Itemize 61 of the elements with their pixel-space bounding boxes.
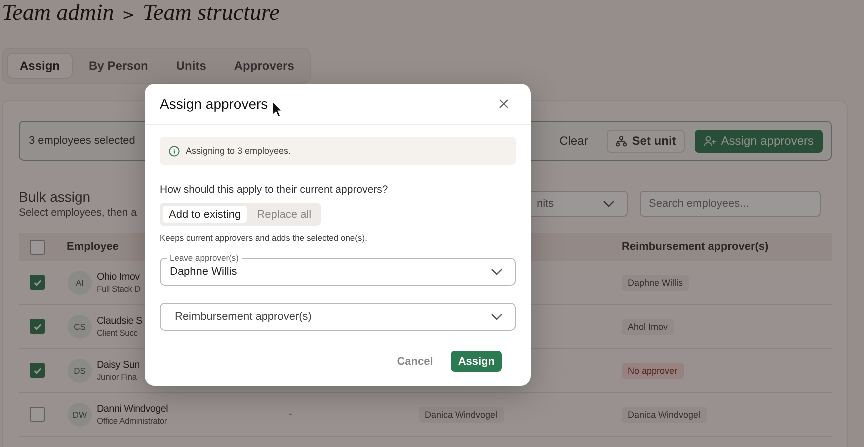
table-cell: -	[289, 409, 292, 420]
info-text: Assigning to 3 employees.	[186, 146, 292, 156]
add-person-icon	[704, 136, 716, 146]
dialog-title: Assign approvers	[160, 96, 268, 112]
employee-name: Ohio Imov	[97, 272, 140, 282]
section-subtitle: Select employees, then a	[19, 207, 137, 219]
tab[interactable]: By Person	[77, 53, 160, 79]
employee-role: Client Succ	[97, 328, 139, 338]
tab[interactable]: Assign	[7, 53, 74, 79]
select-all-checkbox[interactable]	[30, 240, 45, 254]
cursor-icon	[272, 101, 284, 118]
breadcrumb-separator: >	[122, 6, 135, 24]
avatar: CS	[68, 314, 92, 338]
check-icon	[32, 366, 42, 376]
assign-button[interactable]: Assign	[451, 351, 502, 372]
field-value: Daphne Willis	[170, 266, 238, 278]
page-title: Team structure	[142, 0, 280, 26]
set-unit-button[interactable]: Set unit	[607, 130, 686, 152]
assign-approvers-button[interactable]: Assign approvers	[695, 130, 823, 152]
employee-name: Daisy Sun	[97, 360, 140, 370]
row-checkbox[interactable]	[30, 275, 45, 290]
mode-option[interactable]: Replace all	[251, 206, 318, 223]
clear-button[interactable]: Clear	[550, 130, 598, 152]
approver-select[interactable]: Reimbursement approver(s)	[160, 303, 516, 331]
search-field[interactable]: Search employees...	[640, 191, 821, 217]
hierarchy-icon	[616, 136, 628, 146]
info-icon	[169, 146, 180, 156]
selection-count: 3 employees selected	[29, 135, 136, 147]
hint-text: Keeps current approvers and adds the selected one(s).	[160, 233, 368, 243]
section-title: Bulk assign	[19, 189, 92, 205]
column-header: Employee	[67, 241, 119, 253]
chevron-down-icon	[603, 200, 615, 208]
cancel-button[interactable]: Cancel	[391, 351, 440, 372]
check-icon	[32, 278, 42, 288]
tab[interactable]: Units	[164, 53, 218, 79]
row-checkbox[interactable]	[30, 363, 45, 378]
close-icon[interactable]	[499, 99, 509, 109]
avatar: AI	[68, 270, 92, 294]
approver-tag: Danica Windvogel	[419, 406, 504, 422]
column-header: Reimbursement approver(s)	[622, 241, 769, 253]
breadcrumb-link[interactable]: Team admin	[2, 0, 114, 26]
chevron-down-icon	[491, 268, 503, 276]
row-checkbox[interactable]	[30, 319, 45, 334]
approver-tag: Ahol Imov	[622, 318, 674, 334]
approver-tag: Danica Windvogel	[622, 406, 707, 422]
row-checkbox[interactable]	[30, 407, 45, 422]
avatar: DS	[68, 358, 92, 382]
employee-name: Danni Windvogel	[97, 404, 168, 414]
employee-role: Full Stack D	[97, 284, 140, 294]
mode-option[interactable]: Add to existing	[163, 206, 248, 223]
check-icon	[32, 322, 42, 332]
avatar: DW	[68, 402, 92, 426]
tab[interactable]: Approvers	[222, 53, 306, 79]
warning-tag: No approver	[622, 362, 684, 378]
field-label: Leave approver(s)	[167, 253, 242, 263]
employee-role: Junior Fina	[97, 372, 138, 382]
employee-role: Office Administrator	[97, 416, 168, 426]
employee-name: Claudsie S	[97, 316, 142, 326]
question-text: How should this apply to their current approvers?	[160, 184, 390, 196]
approver-tag: Daphne Willis	[622, 274, 690, 290]
chevron-down-icon	[491, 313, 503, 321]
